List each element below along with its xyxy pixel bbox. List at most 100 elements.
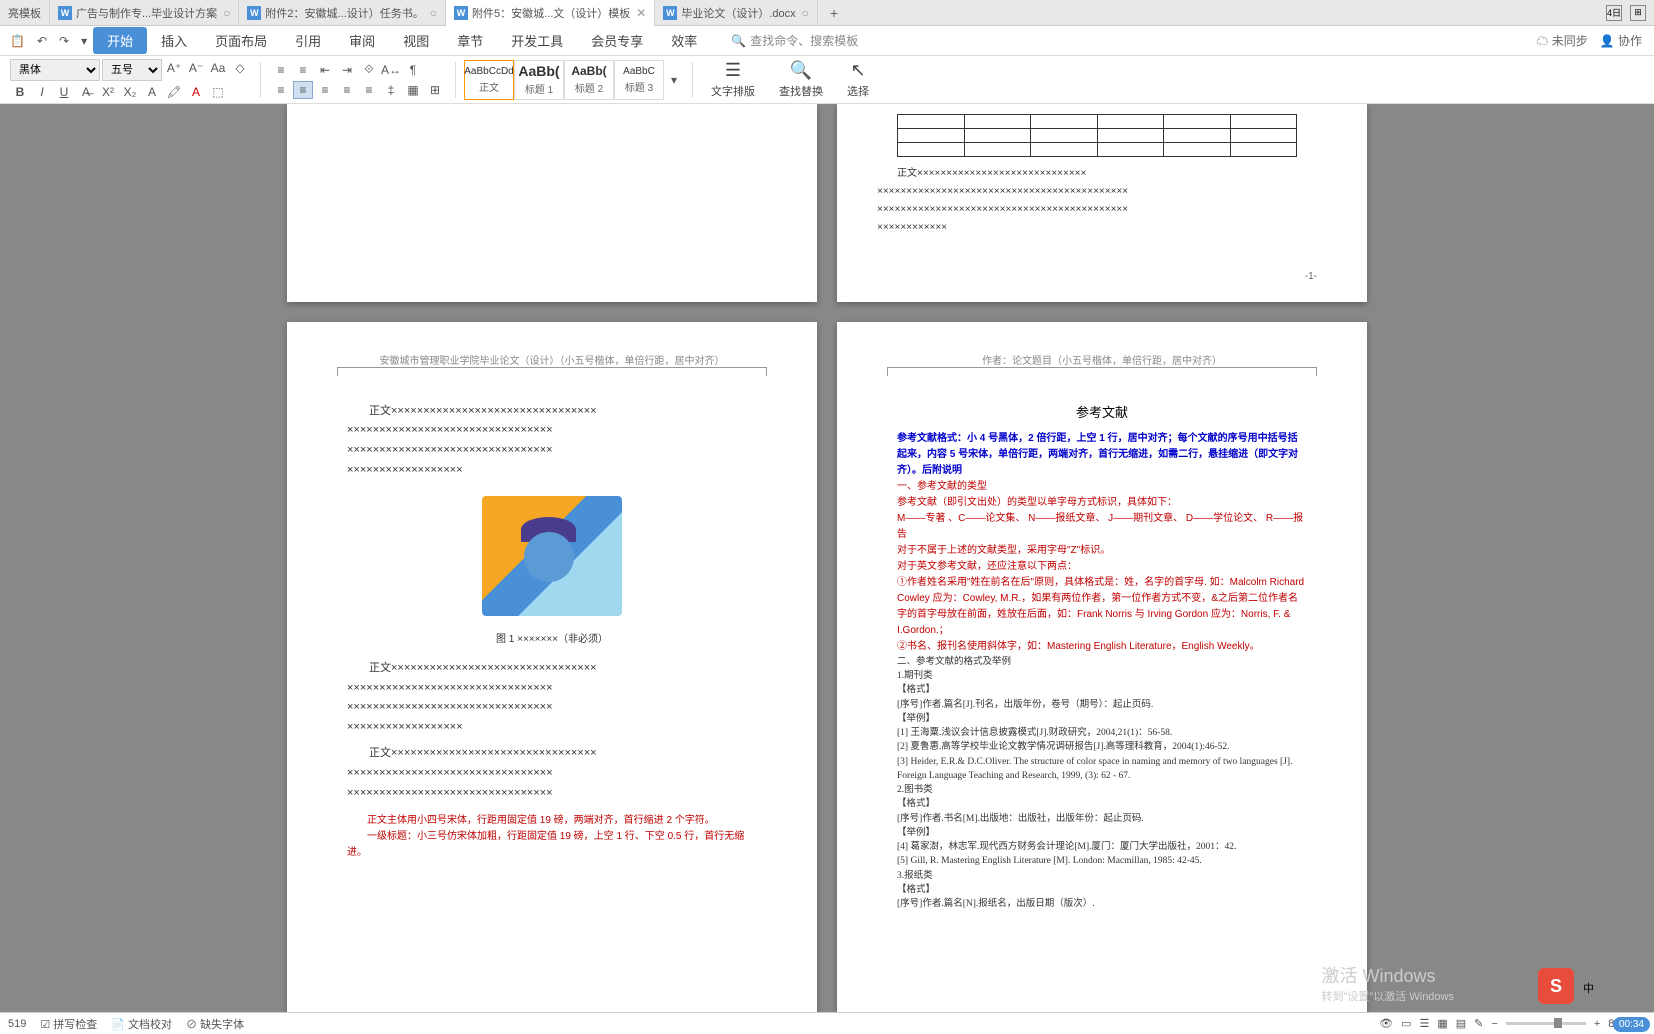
ref-format-note: 参考文献格式：小 4 号黑体，2 倍行距，上空 1 行，居中对齐；每个文献的序号… xyxy=(897,431,1307,479)
ribbon: 📋 ↶ ↷ ▾ 开始 插入 页面布局 引用 审阅 视图 章节 开发工具 会员专享… xyxy=(0,26,1654,56)
align-left-icon[interactable]: ≡ xyxy=(271,81,291,99)
tab-reference[interactable]: 引用 xyxy=(281,27,335,54)
text-layout-button[interactable]: ☰文字排版 xyxy=(701,58,765,101)
save-icon[interactable]: 📋 xyxy=(4,30,31,52)
page-left: 安徽城市管理职业学院毕业论文（设计）（小五号楷体，单倍行距，居中对齐） 正文××… xyxy=(287,322,817,1034)
strike-button[interactable]: A̶ xyxy=(76,83,96,101)
page-right: 作者：论文题目（小五号楷体，单倍行距，居中对齐） 参考文献 参考文献格式：小 4… xyxy=(837,322,1367,1034)
highlight-button[interactable]: 🖍 xyxy=(164,83,184,101)
bullet-list-icon[interactable]: ≡ xyxy=(271,61,291,79)
view-mode-icon[interactable]: ▦ xyxy=(1437,1017,1447,1030)
doc-icon: W xyxy=(454,6,468,20)
align-justify-icon[interactable]: ≡ xyxy=(337,81,357,99)
tab-member[interactable]: 会员专享 xyxy=(577,27,657,54)
font-name-select[interactable]: 黑体 xyxy=(10,59,100,81)
align-distribute-icon[interactable]: ≡ xyxy=(359,81,379,99)
sync-status[interactable]: ☁ 未同步 xyxy=(1536,32,1587,49)
decrease-indent-icon[interactable]: ⇤ xyxy=(315,61,335,79)
toolbar: 黑体 五号 A⁺ A⁻ Aa ◇ B I U A̶ X² X₂ A 🖍 A ⬚ … xyxy=(0,56,1654,104)
coop-button[interactable]: 👤 协作 xyxy=(1600,32,1642,49)
tab-insert[interactable]: 插入 xyxy=(147,27,201,54)
tab-doc3-active[interactable]: W附件5：安徽城...文（设计）模板✕ xyxy=(446,0,655,26)
status-bar: 519 ☑ 拼写检查 📄 文档校对 ⊘ 缺失字体 👁 ▭ ☰ ▦ ▤ ✎ − +… xyxy=(0,1012,1654,1034)
page-indicator[interactable]: 519 xyxy=(8,1018,26,1030)
view-mode-icon[interactable]: ▤ xyxy=(1456,1017,1466,1030)
tab-efficiency[interactable]: 效率 xyxy=(657,27,711,54)
redo-button[interactable]: ↷ xyxy=(53,30,75,52)
char-border-button[interactable]: ⬚ xyxy=(208,83,228,101)
ime-badge[interactable]: S xyxy=(1538,968,1574,1004)
zoom-in-button[interactable]: + xyxy=(1594,1018,1600,1030)
change-case-icon[interactable]: Aa xyxy=(208,59,228,77)
close-icon[interactable]: ✕ xyxy=(636,6,646,20)
decrease-font-icon[interactable]: A⁻ xyxy=(186,59,206,77)
tab-doc2[interactable]: W附件2：安徽城...设计）任务书。○ xyxy=(239,0,446,26)
font-color-button[interactable]: A xyxy=(186,83,206,101)
border-icon[interactable]: ⊞ xyxy=(425,81,445,99)
doc-icon: W xyxy=(663,6,677,20)
style-gallery[interactable]: AaBbCcDd正文 AaBb(标题 1 AaBb(标题 2 AaBbC标题 3… xyxy=(464,60,684,100)
page-header-text: 安徽城市管理职业学院毕业论文（设计）（小五号楷体，单倍行距，居中对齐） xyxy=(380,352,725,367)
zoom-out-button[interactable]: − xyxy=(1491,1018,1497,1030)
italic-button[interactable]: I xyxy=(32,83,52,101)
dropdown-icon[interactable]: ▾ xyxy=(75,30,93,52)
tab-doc4[interactable]: W毕业论文（设计）.docx○ xyxy=(655,0,818,26)
clear-format-icon[interactable]: ◇ xyxy=(230,59,250,77)
bold-button[interactable]: B xyxy=(10,83,30,101)
shading-icon[interactable]: ▦ xyxy=(403,81,423,99)
close-icon[interactable]: ○ xyxy=(430,6,437,20)
paragraph-mark-icon[interactable]: ¶ xyxy=(403,61,423,79)
view-icon[interactable]: 👁 xyxy=(1379,1017,1393,1030)
font-size-select[interactable]: 五号 xyxy=(102,59,162,81)
add-tab-button[interactable]: + xyxy=(818,5,850,21)
tab-layout[interactable]: 页面布局 xyxy=(201,27,281,54)
cursor-icon: ↖ xyxy=(850,60,865,81)
time-badge: 00:34 xyxy=(1613,1017,1650,1032)
font-effect-button[interactable]: A xyxy=(142,83,162,101)
page-number: -1- xyxy=(1305,271,1317,282)
close-icon[interactable]: ○ xyxy=(802,6,809,20)
document-area[interactable]: 安徽城市管理职业学院毕业论文（设计）（小五号楷体，单倍行距，居中对齐） 正文××… xyxy=(0,104,1654,1034)
spellcheck-toggle[interactable]: ☑ 拼写检查 xyxy=(40,1016,97,1032)
increase-indent-icon[interactable]: ⇥ xyxy=(337,61,357,79)
style-h2[interactable]: AaBb(标题 2 xyxy=(564,60,614,100)
undo-button[interactable]: ↶ xyxy=(31,30,53,52)
line-spacing-icon[interactable]: ‡ xyxy=(381,81,401,99)
sort-icon[interactable]: ⟐ xyxy=(359,61,379,79)
style-h1[interactable]: AaBb(标题 1 xyxy=(514,60,564,100)
tab-template[interactable]: 亮模板 xyxy=(0,0,50,26)
missing-font[interactable]: ⊘ 缺失字体 xyxy=(186,1016,244,1032)
char-scale-icon[interactable]: A↔ xyxy=(381,61,401,79)
underline-button[interactable]: U xyxy=(54,83,74,101)
style-more-icon[interactable]: ▾ xyxy=(664,71,684,89)
proof-toggle[interactable]: 📄 文档校对 xyxy=(111,1016,172,1032)
references-title: 参考文献 xyxy=(897,402,1307,421)
search-input[interactable]: 🔍 查找命令、搜索模板 xyxy=(731,32,858,49)
style-h3[interactable]: AaBbC标题 3 xyxy=(614,60,664,100)
align-center-icon[interactable]: ≡ xyxy=(293,81,313,99)
view-mode-icon[interactable]: ☰ xyxy=(1419,1017,1429,1030)
tab-chapter[interactable]: 章节 xyxy=(443,27,497,54)
find-replace-button[interactable]: 🔍查找替换 xyxy=(769,58,833,101)
tab-view[interactable]: 视图 xyxy=(389,27,443,54)
tab-dev[interactable]: 开发工具 xyxy=(497,27,577,54)
close-icon[interactable]: ○ xyxy=(223,6,230,20)
grid-icon[interactable]: ⊞ xyxy=(1630,5,1646,21)
view-mode-icon[interactable]: ▭ xyxy=(1401,1017,1411,1030)
style-normal[interactable]: AaBbCcDd正文 xyxy=(464,60,514,100)
page-top-right: 正文××××××××××××××××××××××××××××× ××××××××… xyxy=(837,104,1367,302)
body-text: 正文×××××××××××××××××××××××××××××××× ×××××… xyxy=(347,402,757,862)
increase-font-icon[interactable]: A⁺ xyxy=(164,59,184,77)
align-right-icon[interactable]: ≡ xyxy=(315,81,335,99)
window-icon[interactable]: 4日 xyxy=(1606,5,1622,21)
number-list-icon[interactable]: ≡ xyxy=(293,61,313,79)
tab-review[interactable]: 审阅 xyxy=(335,27,389,54)
zoom-slider[interactable] xyxy=(1506,1022,1586,1025)
superscript-button[interactable]: X² xyxy=(98,83,118,101)
tab-doc1[interactable]: W广告与制作专...毕业设计方案○ xyxy=(50,0,239,26)
tab-home[interactable]: 开始 xyxy=(93,27,147,54)
edit-mode-icon[interactable]: ✎ xyxy=(1474,1017,1483,1030)
layout-icon: ☰ xyxy=(725,60,741,81)
subscript-button[interactable]: X₂ xyxy=(120,83,140,101)
select-button[interactable]: ↖选择 xyxy=(837,58,879,101)
